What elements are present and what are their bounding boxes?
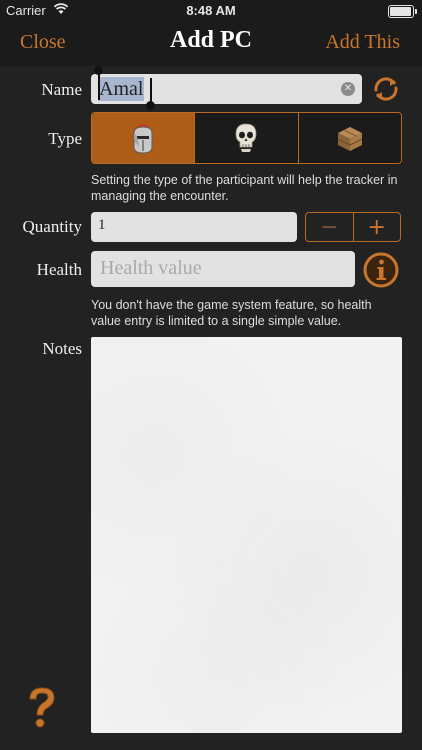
health-hint-text: You don't have the game system feature, … bbox=[91, 298, 372, 328]
help-question-icon[interactable] bbox=[22, 685, 62, 729]
name-field[interactable]: Amal ✕ bbox=[91, 74, 362, 104]
health-field-container bbox=[91, 251, 355, 287]
clear-text-icon[interactable]: ✕ bbox=[341, 82, 355, 96]
type-segmented-control bbox=[91, 112, 402, 164]
decrement-button[interactable]: − bbox=[306, 213, 354, 241]
info-icon[interactable] bbox=[363, 252, 399, 288]
quantity-value: 1 bbox=[98, 217, 106, 233]
add-pc-screen: Carrier 8:48 AM Close Add PC Add This Na… bbox=[0, 0, 422, 750]
add-this-button[interactable]: Add This bbox=[325, 31, 400, 54]
quantity-field[interactable]: 1 bbox=[91, 212, 297, 242]
type-option-pc[interactable] bbox=[92, 113, 196, 163]
selection-start-bar bbox=[98, 72, 100, 100]
battery-icon bbox=[388, 5, 417, 18]
name-label: Name bbox=[41, 80, 82, 99]
knight-helmet-icon bbox=[133, 124, 153, 154]
type-label: Type bbox=[48, 129, 82, 148]
crate-icon bbox=[337, 127, 363, 151]
type-hint-text: Setting the type of the participant will… bbox=[91, 173, 398, 203]
increment-button[interactable]: + bbox=[354, 213, 401, 241]
quantity-label: Quantity bbox=[22, 217, 83, 236]
type-option-object[interactable] bbox=[298, 113, 401, 163]
skull-icon bbox=[236, 123, 257, 152]
type-option-monster[interactable] bbox=[195, 113, 299, 163]
selection-end-handle[interactable] bbox=[146, 101, 155, 110]
refresh-icon[interactable] bbox=[370, 73, 402, 105]
navigation-bar: Close Add PC Add This bbox=[0, 22, 422, 66]
health-input[interactable] bbox=[98, 256, 342, 281]
status-bar: Carrier 8:48 AM bbox=[0, 0, 422, 22]
name-value: Amal bbox=[98, 77, 145, 101]
clock: 8:48 AM bbox=[186, 3, 236, 18]
quantity-stepper: − + bbox=[305, 212, 401, 242]
health-label: Health bbox=[36, 260, 82, 279]
notes-label: Notes bbox=[42, 339, 82, 358]
notes-textarea[interactable] bbox=[91, 337, 402, 733]
